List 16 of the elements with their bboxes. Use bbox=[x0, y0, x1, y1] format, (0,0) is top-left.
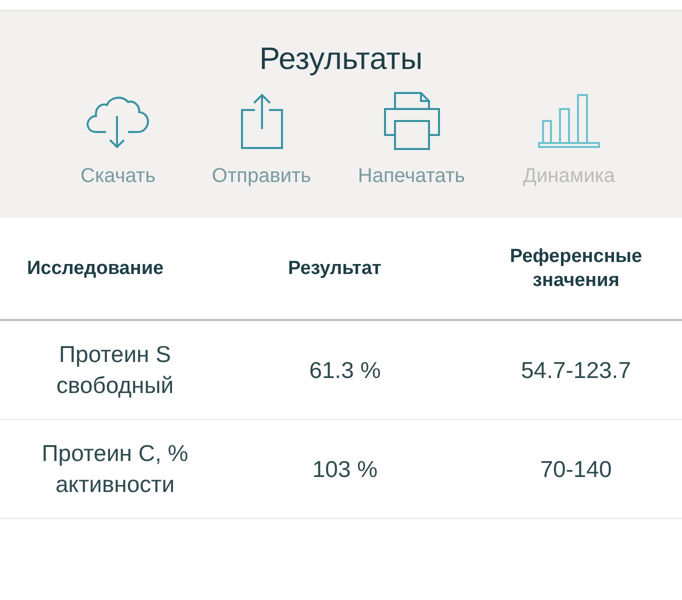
table-cell-text: 61.3 % bbox=[308, 356, 382, 384]
table-cell-text: Протеин С, % активности bbox=[40, 439, 190, 499]
table-cell-text: 54.7-123.7 bbox=[520, 356, 632, 384]
table-cell-text: Протеин S свободный bbox=[55, 340, 175, 400]
table-cell-text: 103 % bbox=[311, 454, 379, 484]
table-cell-text: 70-140 bbox=[539, 454, 613, 484]
action-button[interactable]: Скачать bbox=[47, 91, 189, 188]
screen-title: Результаты bbox=[259, 41, 423, 77]
column-header: Результат bbox=[287, 256, 382, 280]
column-header: Референсные значения bbox=[508, 244, 644, 292]
column-header: Исследование bbox=[26, 256, 165, 280]
bar-chart-icon bbox=[538, 91, 600, 151]
share-icon bbox=[238, 91, 284, 151]
printer-icon bbox=[382, 91, 440, 151]
action-button[interactable]: Напечатать bbox=[334, 91, 489, 188]
action-button[interactable]: Отправить bbox=[189, 91, 334, 188]
